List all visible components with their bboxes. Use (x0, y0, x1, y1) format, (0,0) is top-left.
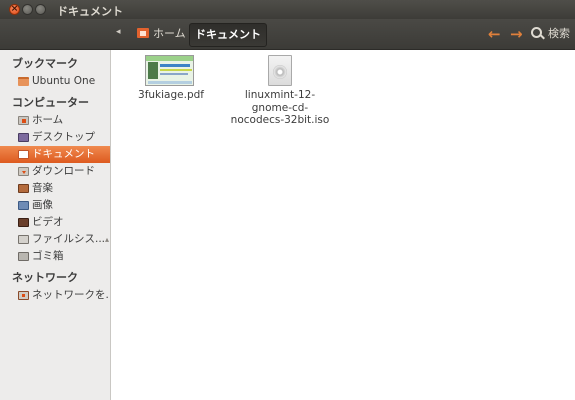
sidebar-item-label: ファイルシス... (32, 233, 106, 245)
pictures-icon (18, 201, 29, 210)
filesystem-icon (18, 235, 29, 244)
minimize-window-button[interactable] (22, 4, 33, 15)
sidebar-item-label: 音楽 (32, 182, 53, 194)
close-window-button[interactable]: × (9, 4, 20, 15)
sidebar-item-label: ビデオ (32, 216, 64, 228)
sidebar-item-label: ゴミ箱 (32, 250, 64, 262)
file-name-line: gnome-cd- (251, 101, 309, 114)
search-icon (531, 27, 542, 38)
sidebar-item-trash[interactable]: ゴミ箱 (0, 248, 110, 265)
documents-icon (18, 150, 29, 159)
sidebar-item-label: 画像 (32, 199, 53, 211)
disc-image-icon (268, 55, 292, 86)
sidebar-item-downloads[interactable]: ダウンロード (0, 163, 110, 180)
sidebar-header-bookmarks: ブックマーク (12, 57, 78, 70)
sidebar-item-videos[interactable]: ビデオ (0, 214, 110, 231)
back-arrow-icon[interactable]: ← (488, 25, 501, 43)
sidebar-item-label: デスクトップ (32, 131, 95, 143)
toolbar: ◂ ホーム ドキュメント ← → 検索 (0, 19, 575, 50)
trash-icon (18, 252, 29, 261)
sidebar: ブックマーク Ubuntu One コンピューター ホーム デスクトップ ドキュ… (0, 50, 111, 400)
breadcrumb-home[interactable]: ホーム (133, 25, 190, 43)
sidebar-header-network: ネットワーク (12, 271, 78, 284)
search-label: 検索 (548, 27, 570, 40)
sidebar-item-desktop[interactable]: デスクトップ (0, 129, 110, 146)
sidebar-item-ubuntu-one[interactable]: Ubuntu One (0, 73, 110, 90)
file-name: 3fukiage.pdf (138, 89, 204, 101)
sidebar-item-pictures[interactable]: 画像 (0, 197, 110, 214)
close-icon: × (10, 4, 19, 14)
sidebar-item-label: Ubuntu One (32, 75, 96, 87)
video-icon (18, 218, 29, 227)
sidebar-item-label: ダウンロード (32, 165, 95, 177)
file-name-line: linuxmint-12- (244, 89, 316, 101)
sidebar-item-documents[interactable]: ドキュメント (0, 146, 110, 163)
sidebar-item-music[interactable]: 音楽 (0, 180, 110, 197)
maximize-window-button[interactable] (35, 4, 46, 15)
file-name-line: nocodecs-32bit.iso (230, 114, 330, 126)
forward-arrow-icon[interactable]: → (510, 25, 523, 43)
home-folder-icon (137, 28, 149, 38)
sidebar-item-home[interactable]: ホーム (0, 112, 110, 129)
folder-icon (18, 77, 29, 86)
sidebar-item-label: ネットワークを... (32, 289, 110, 301)
sidebar-item-network[interactable]: ネットワークを... (0, 287, 110, 304)
music-icon (18, 184, 29, 193)
file-name: linuxmint-12- gnome-cd- nocodecs-32bit.i… (220, 89, 340, 127)
breadcrumb-documents[interactable]: ドキュメント (189, 23, 267, 47)
sidebar-item-label: ホーム (32, 114, 64, 126)
sidebar-header-computer: コンピューター (12, 96, 89, 109)
toolbar-sidebar-area (0, 19, 110, 49)
search-button[interactable]: 検索 (531, 25, 570, 43)
network-icon (18, 291, 29, 300)
breadcrumb-scroll-left-icon[interactable]: ◂ (116, 27, 121, 37)
home-folder-icon (18, 116, 29, 125)
breadcrumb-home-label: ホーム (153, 27, 186, 40)
pdf-thumbnail (145, 55, 194, 86)
sidebar-item-filesystem[interactable]: ファイルシス... (0, 231, 110, 248)
download-icon (18, 167, 29, 176)
desktop-icon (18, 133, 29, 142)
window-title: ドキュメント (57, 5, 123, 18)
file-view[interactable]: 3fukiage.pdf linuxmint-12- gnome-cd- noc… (111, 50, 575, 400)
sidebar-item-label: ドキュメント (32, 148, 95, 160)
title-bar: × ドキュメント (0, 0, 575, 19)
